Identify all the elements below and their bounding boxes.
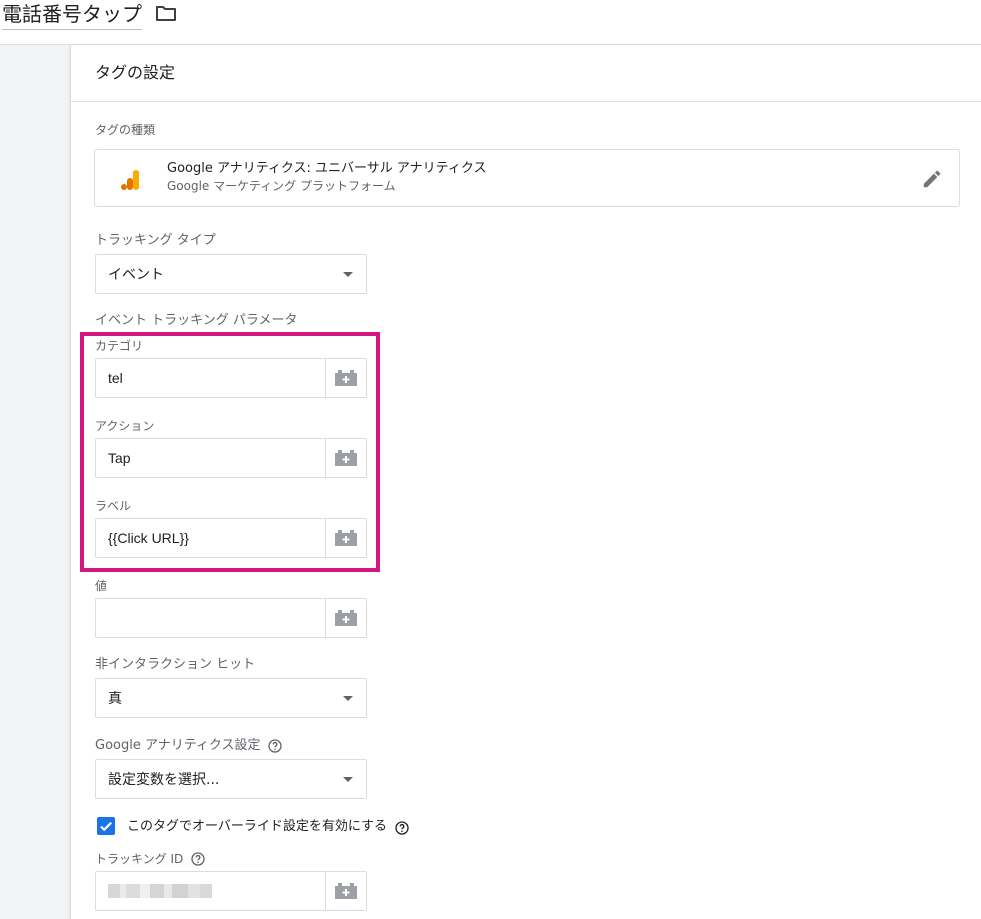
tag-type-subtitle: Google マーケティング プラットフォーム	[167, 179, 396, 193]
tracking-type-value: イベント	[108, 267, 164, 283]
tracking-type-label: トラッキング タイプ	[95, 233, 216, 248]
category-input[interactable]	[96, 359, 325, 397]
ga-settings-value: 設定変数を選択...	[108, 772, 220, 788]
variable-lego-icon	[335, 883, 357, 899]
tag-name-title[interactable]: 電話番号タップ	[2, 2, 142, 30]
override-label[interactable]: このタグでオーバーライド設定を有効にする	[127, 819, 387, 835]
variable-lego-icon	[335, 530, 357, 546]
variable-picker-button[interactable]	[325, 519, 366, 557]
google-analytics-icon	[119, 168, 143, 192]
tracking-type-select[interactable]: イベント	[95, 254, 367, 294]
action-field	[95, 438, 367, 478]
non-interaction-value: 真	[108, 691, 122, 707]
variable-lego-icon	[335, 610, 357, 626]
chevron-down-icon	[343, 272, 353, 277]
value-input[interactable]	[96, 599, 325, 637]
variable-picker-button[interactable]	[325, 359, 366, 397]
event-label-label: ラベル	[95, 499, 132, 513]
variable-lego-icon	[335, 370, 357, 386]
variable-picker-button[interactable]	[325, 439, 366, 477]
tag-type-label: タグの種類	[95, 123, 156, 137]
ga-settings-label: Google アナリティクス設定	[95, 738, 261, 753]
tag-type-title: Google アナリティクス: ユニバーサル アナリティクス	[167, 161, 487, 176]
override-checkbox[interactable]	[97, 817, 115, 835]
event-label-field	[95, 518, 367, 558]
value-label: 値	[95, 579, 108, 593]
variable-picker-button[interactable]	[325, 599, 366, 637]
help-icon[interactable]	[191, 852, 205, 866]
action-label: アクション	[95, 419, 155, 433]
tag-settings-card: タグの設定 タグの種類 Google アナリティクス: ユニバーサル アナリティ…	[71, 45, 981, 919]
variable-lego-icon	[335, 450, 357, 466]
event-params-label: イベント トラッキング パラメータ	[95, 313, 298, 328]
chevron-down-icon	[343, 696, 353, 701]
action-input[interactable]	[96, 439, 325, 477]
category-field	[95, 358, 367, 398]
help-icon[interactable]	[268, 739, 282, 753]
ga-settings-select[interactable]: 設定変数を選択...	[95, 759, 367, 799]
non-interaction-label: 非インタラクション ヒット	[95, 657, 256, 672]
tag-type-selector[interactable]: Google アナリティクス: ユニバーサル アナリティクス Google マー…	[94, 149, 960, 207]
top-bar: 電話番号タップ	[0, 0, 981, 45]
card-title: タグの設定	[95, 63, 176, 82]
tracking-id-label: トラッキング ID	[95, 852, 184, 866]
card-header: タグの設定	[71, 45, 981, 102]
event-label-input[interactable]	[96, 519, 325, 557]
edit-pencil-icon[interactable]	[921, 168, 943, 190]
folder-icon[interactable]	[155, 3, 177, 23]
value-field	[95, 598, 367, 638]
variable-picker-button[interactable]	[325, 872, 366, 910]
chevron-down-icon	[343, 777, 353, 782]
redacted-tracking-id[interactable]	[108, 884, 212, 898]
category-label: カテゴリ	[95, 339, 144, 353]
tracking-id-field	[95, 871, 367, 911]
non-interaction-select[interactable]: 真	[95, 678, 367, 718]
checkmark-icon	[100, 821, 112, 832]
help-icon[interactable]	[395, 821, 409, 835]
